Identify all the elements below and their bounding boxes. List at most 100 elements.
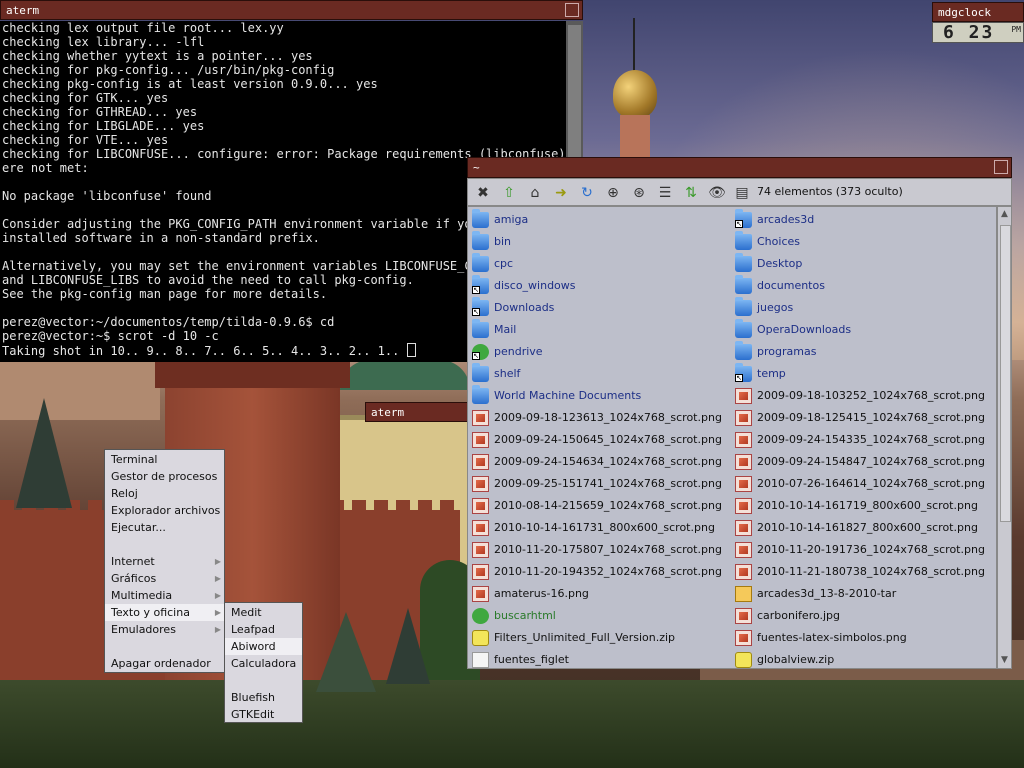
file-item[interactable]: Desktop <box>731 253 996 275</box>
menu-item[interactable]: Explorador archivos <box>105 502 224 519</box>
menu-item[interactable]: Gráficos ▶ <box>105 570 224 587</box>
file-manager-titlebar[interactable]: ~ <box>467 157 1012 178</box>
file-item[interactable]: 2010-10-14-161827_800x600_scrot.png <box>731 517 996 539</box>
menu-item-label: Emuladores <box>111 623 176 636</box>
menu-item[interactable]: Multimedia ▶ <box>105 587 224 604</box>
file-item[interactable]: World Machine Documents <box>468 385 730 407</box>
terminal2-titlebar[interactable]: aterm <box>365 402 470 422</box>
file-item[interactable]: 2010-10-14-161731_800x600_scrot.png <box>468 517 730 539</box>
submenu-item[interactable]: Medit <box>225 604 302 621</box>
submenu-item[interactable]: Abiword <box>225 638 302 655</box>
file-item[interactable]: arcades3d_13-8-2010-tar <box>731 583 996 605</box>
file-item[interactable]: 2010-07-26-164614_1024x768_scrot.png <box>731 473 996 495</box>
file-item[interactable]: 2010-11-20-191736_1024x768_scrot.png <box>731 539 996 561</box>
submenu-item[interactable]: Calculadora <box>225 655 302 672</box>
window-close-button[interactable] <box>565 3 579 17</box>
file-item[interactable]: 2010-10-14-161719_800x600_scrot.png <box>731 495 996 517</box>
file-item[interactable]: fuentes-latex-simbolos.png <box>731 627 996 649</box>
file-item[interactable]: Mail <box>468 319 730 341</box>
sort-icon[interactable]: ⇅ <box>681 183 701 203</box>
file-item[interactable]: carbonifero.jpg <box>731 605 996 627</box>
up-arrow-icon[interactable]: ⇧ <box>499 183 519 203</box>
file-item[interactable]: amaterus-16.png <box>468 583 730 605</box>
submenu-item[interactable]: Leafpad <box>225 621 302 638</box>
spire-left <box>16 398 72 508</box>
zip-file-icon <box>472 630 489 646</box>
item-count: 74 elementos (373 oculto) <box>757 185 903 198</box>
file-scrollbar[interactable]: ▲ ▼ <box>997 206 1012 669</box>
file-manager-window[interactable]: ~ ✖ ⇧ ⌂ ➜ ↻ ⊕ ⊛ ☰ ⇅ 👁 ▤ 74 elementos (37… <box>467 157 1012 669</box>
file-item[interactable]: fuentes_figlet <box>468 649 730 668</box>
terminal-titlebar[interactable]: aterm <box>0 0 583 20</box>
home-icon[interactable]: ⌂ <box>525 183 545 203</box>
file-item[interactable]: 2009-09-18-123613_1024x768_scrot.png <box>468 407 730 429</box>
menu-item[interactable]: Texto y oficina ▶ <box>105 604 224 621</box>
menu-item[interactable]: Ejecutar... <box>105 519 224 536</box>
folder-icon <box>735 341 752 360</box>
file-item[interactable]: OperaDownloads <box>731 319 996 341</box>
file-item[interactable]: shelf <box>468 363 730 385</box>
zoom-fit-icon[interactable]: ⊛ <box>629 183 649 203</box>
file-item[interactable]: ↖ disco_windows <box>468 275 730 297</box>
file-item[interactable]: ↖ temp <box>731 363 996 385</box>
file-item[interactable]: 2010-11-21-180738_1024x768_scrot.png <box>731 561 996 583</box>
terminal-window-2[interactable]: aterm <box>365 402 470 422</box>
menu-item[interactable]: Gestor de procesos <box>105 468 224 485</box>
file-item[interactable]: 2009-09-24-154634_1024x768_scrot.png <box>468 451 730 473</box>
file-name: cpc <box>494 257 514 270</box>
file-item[interactable]: ↖ pendrive <box>468 341 730 363</box>
file-name: 2009-09-18-123613_1024x768_scrot.png <box>494 411 722 424</box>
file-item[interactable]: 2009-09-18-125415_1024x768_scrot.png <box>731 407 996 429</box>
submenu-item[interactable]: Bluefish <box>225 689 302 706</box>
image-file-icon <box>735 432 752 448</box>
file-item[interactable]: 2009-09-25-151741_1024x768_scrot.png <box>468 473 730 495</box>
file-item[interactable]: 2010-08-14-215659_1024x768_scrot.png <box>468 495 730 517</box>
scroll-up-icon[interactable]: ▲ <box>999 209 1010 220</box>
menu-item[interactable]: Emuladores ▶ <box>105 621 224 638</box>
submenu-item-label: Bluefish <box>231 691 275 704</box>
file-item[interactable]: juegos <box>731 297 996 319</box>
menu-item[interactable]: Reloj <box>105 485 224 502</box>
file-name: temp <box>757 367 786 380</box>
file-item[interactable]: amiga <box>468 209 730 231</box>
list-view-icon[interactable]: ☰ <box>655 183 675 203</box>
file-item[interactable]: 2009-09-24-154847_1024x768_scrot.png <box>731 451 996 473</box>
file-item[interactable]: globalview.zip <box>731 649 996 668</box>
close-icon[interactable]: ✖ <box>473 183 493 203</box>
refresh-icon[interactable]: ↻ <box>577 183 597 203</box>
menu-item[interactable]: Terminal <box>105 451 224 468</box>
menu-item[interactable]: Internet ▶ <box>105 553 224 570</box>
details-icon[interactable]: ▤ <box>732 183 752 203</box>
terminal-line: checking for LIBGLADE... yes <box>2 119 205 133</box>
file-item[interactable]: buscarhtml <box>468 605 730 627</box>
file-item[interactable]: 2009-09-24-154335_1024x768_scrot.png <box>731 429 996 451</box>
file-name: disco_windows <box>494 279 576 292</box>
file-item[interactable]: programas <box>731 341 996 363</box>
green-dome <box>340 360 470 390</box>
window-close-button[interactable] <box>994 160 1008 174</box>
file-scroll-thumb[interactable] <box>1000 225 1011 522</box>
file-item[interactable]: 2009-09-24-150645_1024x768_scrot.png <box>468 429 730 451</box>
scroll-down-icon[interactable]: ▼ <box>999 655 1010 666</box>
clock-ampm: PM <box>1011 25 1021 34</box>
file-item[interactable]: Filters_Unlimited_Full_Version.zip <box>468 627 730 649</box>
zoom-in-icon[interactable]: ⊕ <box>603 183 623 203</box>
file-item[interactable]: cpc <box>468 253 730 275</box>
file-item[interactable]: Choices <box>731 231 996 253</box>
file-item[interactable]: bin <box>468 231 730 253</box>
file-item[interactable]: ↖ arcades3d <box>731 209 996 231</box>
menu-item[interactable]: Apagar ordenador <box>105 655 224 672</box>
file-item[interactable]: 2010-11-20-175807_1024x768_scrot.png <box>468 539 730 561</box>
submenu-item[interactable]: GTKEdit <box>225 706 302 723</box>
file-item[interactable]: documentos <box>731 275 996 297</box>
clock-titlebar[interactable]: mdgclock <box>932 2 1024 22</box>
go-icon[interactable]: ➜ <box>551 183 571 203</box>
eye-icon[interactable]: 👁 <box>707 183 727 203</box>
file-item[interactable]: ↖ Downloads <box>468 297 730 319</box>
file-item[interactable]: 2010-11-20-194352_1024x768_scrot.png <box>468 561 730 583</box>
clock-window[interactable]: mdgclock 6 23 PM <box>932 2 1024 43</box>
clock-time: 6 23 <box>943 22 995 43</box>
file-name: bin <box>494 235 512 248</box>
submenu-arrow-icon: ▶ <box>214 608 221 617</box>
file-item[interactable]: 2009-09-18-103252_1024x768_scrot.png <box>731 385 996 407</box>
